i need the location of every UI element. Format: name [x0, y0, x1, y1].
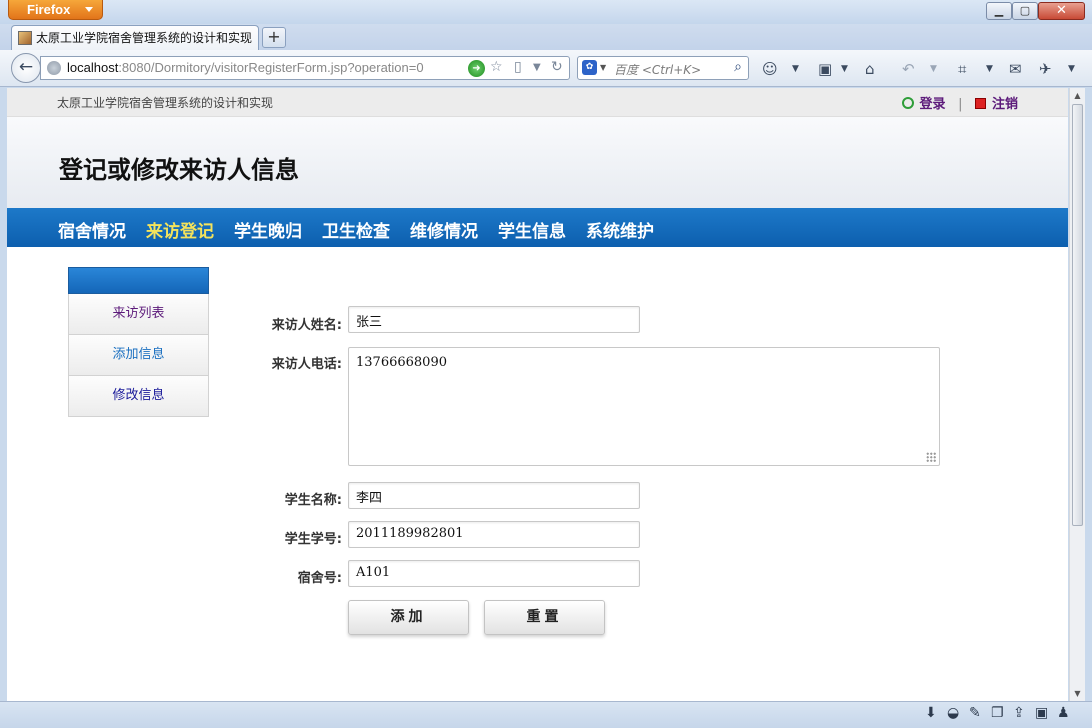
undo-dropdown-icon[interactable]: ▼: [930, 64, 937, 74]
plus-icon: +: [267, 27, 281, 46]
reload-icon[interactable]: ↻: [551, 59, 563, 75]
visitor-phone-textarea[interactable]: 13766668090: [348, 347, 940, 466]
vertical-scrollbar[interactable]: ▲ ▼: [1069, 88, 1085, 701]
url-path: :8080/Dormitory/visitorRegisterForm.jsp?…: [118, 60, 424, 75]
search-icon[interactable]: ⌕: [734, 59, 742, 75]
nav-item-student-info[interactable]: 学生信息: [498, 217, 566, 242]
login-icon: [901, 97, 914, 109]
addon-bird-icon[interactable]: ✈: [1039, 60, 1052, 78]
logout-icon: [974, 98, 986, 109]
sidebar-item-edit-info[interactable]: 修改信息: [68, 376, 209, 417]
nav-item-repair[interactable]: 维修情况: [410, 217, 478, 242]
visitor-name-input[interactable]: 张三: [348, 306, 640, 333]
addon-emoji-icon[interactable]: ☺: [762, 60, 778, 78]
sidebar-header: [68, 267, 209, 294]
bookmarks-icon[interactable]: ▣: [818, 60, 832, 78]
back-button[interactable]: ←: [11, 53, 41, 83]
auth-links: 登录 | 注销: [901, 93, 1018, 112]
window-titlebar: Firefox ▁ ▢ ✕: [0, 0, 1092, 24]
nav-item-late-return[interactable]: 学生晚归: [234, 217, 302, 242]
search-bar[interactable]: ✿ ▼ 百度 <Ctrl+K> ⌕: [577, 56, 749, 80]
logout-link[interactable]: 注销: [992, 97, 1018, 112]
minimize-icon: ▁: [994, 4, 1004, 17]
scroll-up-icon[interactable]: ▲: [1070, 88, 1085, 103]
brush-icon[interactable]: ✎: [969, 705, 981, 721]
chat-icon[interactable]: ✉: [1009, 60, 1022, 78]
maximize-icon: ▢: [1019, 4, 1031, 17]
user-icon[interactable]: ♟: [1057, 705, 1070, 721]
search-placeholder: 百度 <Ctrl+K>: [614, 63, 702, 77]
crop-dropdown-icon[interactable]: ▼: [986, 64, 993, 74]
page-title: 登记或修改来访人信息: [59, 155, 299, 184]
login-link[interactable]: 登录: [920, 97, 946, 112]
go-arrow-icon[interactable]: ➜: [468, 60, 485, 77]
bookmark-star-icon[interactable]: ☆: [490, 59, 503, 75]
visitor-phone-label: 来访人电话:: [271, 357, 342, 372]
nav-item-hygiene[interactable]: 卫生检查: [322, 217, 390, 242]
page-viewport: 太原工业学院宿舍管理系统的设计和实现 登录 | 注销 登记或修改来访人信息 宿舍…: [7, 88, 1068, 701]
dorm-number-input[interactable]: A101: [348, 560, 640, 587]
globe-icon: [47, 61, 61, 75]
copy-icon[interactable]: ❐: [991, 705, 1004, 721]
browser-tab[interactable]: 太原工业学院宿舍管理系统的设计和实现: [11, 25, 259, 50]
visitor-name-label: 来访人姓名:: [271, 318, 342, 333]
download-icon[interactable]: ⬇: [925, 705, 937, 721]
undo-icon[interactable]: ↶: [902, 60, 915, 78]
home-icon[interactable]: ⌂: [865, 60, 875, 78]
url-host: localhost: [67, 60, 119, 75]
baidu-engine-icon[interactable]: ✿: [582, 60, 597, 75]
dorm-number-label: 宿舍号:: [297, 571, 342, 586]
visitor-phone-value: 13766668090: [356, 355, 447, 370]
tab-strip: 太原工业学院宿舍管理系统的设计和实现 +: [0, 24, 1092, 50]
caret-down-icon: [85, 7, 93, 12]
nav-item-visitor-register[interactable]: 来访登记: [146, 217, 214, 242]
new-tab-button[interactable]: +: [262, 27, 286, 48]
student-id-input[interactable]: 2011189982801: [348, 521, 640, 548]
dropdown-arrow-icon[interactable]: ▼: [533, 62, 541, 73]
mobile-device-icon[interactable]: ▯: [514, 59, 522, 75]
nav-item-system[interactable]: 系统维护: [586, 217, 654, 242]
student-name-label: 学生名称:: [284, 493, 342, 508]
firefox-menu-label: Firefox: [27, 2, 71, 17]
engine-dropdown-icon[interactable]: ▼: [600, 63, 606, 72]
nav-item-dormitory[interactable]: 宿舍情况: [58, 217, 126, 242]
addon-dropdown-icon[interactable]: ▼: [792, 64, 799, 74]
mask-icon[interactable]: ◒: [947, 705, 959, 721]
url-bar[interactable]: localhost:8080/Dormitory/visitorRegister…: [40, 56, 570, 80]
crop-icon[interactable]: ⌗: [958, 60, 966, 78]
main-nav: 宿舍情况 来访登记 学生晚归 卫生检查 维修情况 学生信息 系统维护: [7, 208, 1068, 247]
scroll-down-icon[interactable]: ▼: [1070, 686, 1085, 701]
toolbar-overflow-icon[interactable]: ▼: [1068, 64, 1075, 74]
resize-grip-icon[interactable]: [926, 452, 936, 462]
page-header: 登记或修改来访人信息: [7, 117, 1068, 208]
screenshot-icon[interactable]: ▣: [1035, 705, 1048, 721]
sidebar: 来访列表 添加信息 修改信息: [68, 267, 209, 417]
close-window-button[interactable]: ✕: [1038, 2, 1085, 20]
student-id-label: 学生学号:: [284, 532, 342, 547]
site-name: 太原工业学院宿舍管理系统的设计和实现: [57, 96, 274, 110]
maximize-button[interactable]: ▢: [1012, 2, 1038, 20]
firefox-menu-button[interactable]: Firefox: [8, 0, 103, 20]
scrollbar-thumb[interactable]: [1072, 104, 1083, 526]
top-strip: 太原工业学院宿舍管理系统的设计和实现 登录 | 注销: [7, 88, 1068, 117]
add-button[interactable]: 添加: [348, 600, 469, 635]
addon-bar: ⬇ ◒ ✎ ❐ ⇪ ▣ ♟: [0, 701, 1092, 728]
student-name-input[interactable]: 李四: [348, 482, 640, 509]
url-text: localhost:8080/Dormitory/visitorRegister…: [67, 60, 424, 75]
auth-separator: |: [958, 97, 963, 112]
arrow-left-icon: ←: [18, 57, 34, 77]
reset-button[interactable]: 重置: [484, 600, 605, 635]
bookmarks-dropdown-icon[interactable]: ▼: [841, 64, 848, 74]
navigation-toolbar: localhost:8080/Dormitory/visitorRegister…: [0, 50, 1092, 87]
close-icon: ✕: [1056, 3, 1067, 18]
site-favicon-icon: [18, 31, 32, 45]
share-icon[interactable]: ⇪: [1013, 705, 1025, 721]
tab-title: 太原工业学院宿舍管理系统的设计和实现: [36, 31, 253, 45]
minimize-button[interactable]: ▁: [986, 2, 1012, 20]
